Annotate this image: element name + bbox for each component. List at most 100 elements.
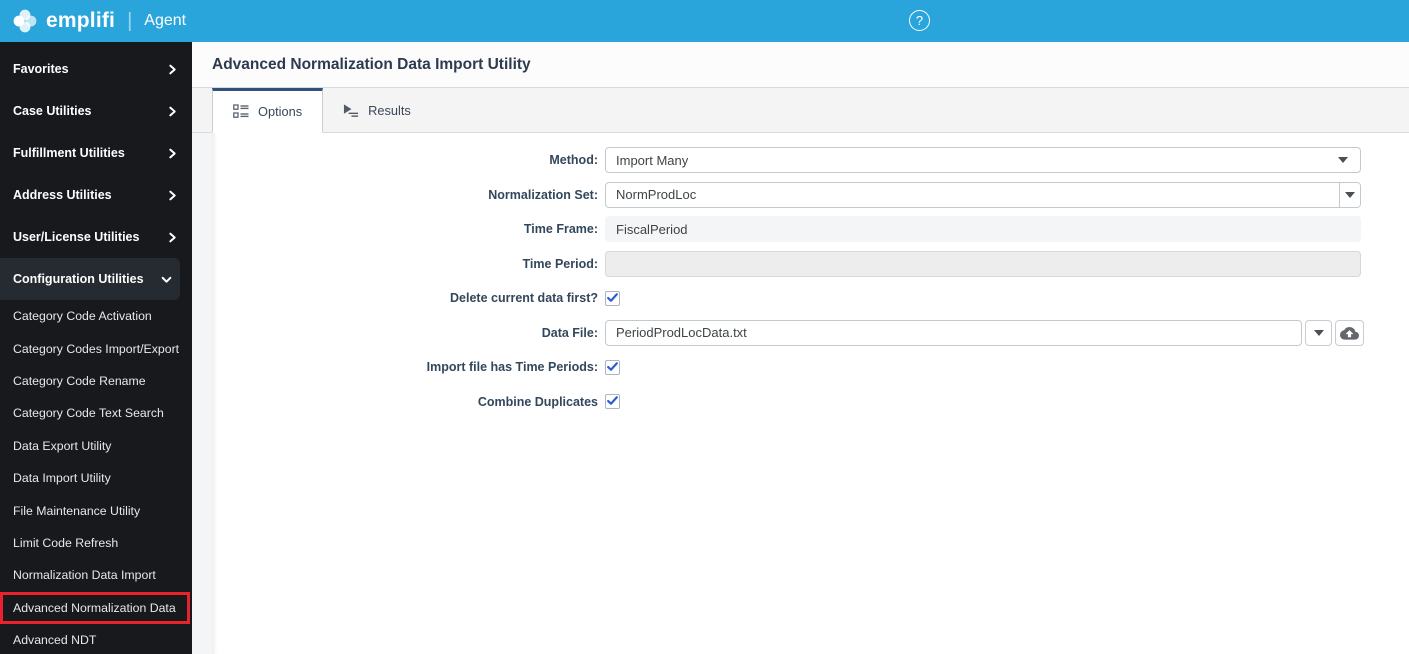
chevron-right-icon [169, 148, 176, 158]
sidebar-item-category-code-text-search[interactable]: Category Code Text Search [0, 397, 192, 429]
title-band: Advanced Normalization Data Import Utili… [192, 42, 1409, 88]
time-frame-value: FiscalPeriod [616, 221, 688, 237]
sidebar-item-user-license-utilities[interactable]: User/License Utilities [0, 216, 192, 258]
sidebar-item-limit-code-refresh[interactable]: Limit Code Refresh [0, 527, 192, 559]
cloud-upload-icon [1340, 326, 1359, 340]
sidebar: Favorites Case Utilities Fulfillment Uti… [0, 42, 192, 654]
sidebar-subitem-label: Category Code Text Search [13, 406, 164, 421]
chevron-right-icon [169, 232, 176, 242]
sidebar-item-label: Configuration Utilities [13, 272, 144, 286]
sidebar-item-label: Favorites [13, 62, 69, 76]
sidebar-item-label: Fulfillment Utilities [13, 146, 125, 160]
brand-logo: emplifi | Agent [12, 8, 186, 34]
normalization-set-label: Normalization Set: [488, 187, 598, 202]
sidebar-subitem-label: Normalization Data Import [13, 568, 156, 583]
sidebar-subitem-label: Data Export Utility [13, 438, 112, 453]
normalization-set-row: Normalization Set: NormProdLoc [212, 181, 1409, 208]
sidebar-item-label: Address Utilities [13, 188, 112, 202]
normalization-set-input[interactable]: NormProdLoc [606, 183, 1339, 207]
time-frame-label: Time Frame: [523, 222, 598, 236]
tab-options[interactable]: Options [212, 88, 324, 133]
help-glyph: ? [915, 13, 924, 28]
sidebar-item-advanced-ndt[interactable]: Advanced NDT [0, 624, 192, 654]
checkmark-icon [607, 361, 618, 371]
sidebar-item-category-code-rename[interactable]: Category Code Rename [0, 365, 192, 397]
tab-results[interactable]: Results [323, 88, 431, 132]
data-file-value: PeriodProdLocData.txt [616, 325, 747, 340]
combine-duplicates-row: Combine Duplicates [212, 389, 1409, 415]
delete-first-row: Delete current data first? [212, 285, 1409, 311]
tab-results-label: Results [368, 102, 411, 118]
method-row: Method: Import Many [212, 147, 1409, 173]
brand-separator: | [127, 9, 133, 32]
sidebar-item-fulfillment-utilities[interactable]: Fulfillment Utilities [0, 132, 192, 174]
sidebar-item-favorites[interactable]: Favorites [0, 48, 192, 90]
method-value: Import Many [616, 152, 689, 168]
chevron-right-icon [169, 64, 176, 74]
results-run-icon [344, 103, 359, 117]
delete-first-checkbox[interactable] [605, 290, 620, 306]
sidebar-subitem-label: File Maintenance Utility [13, 503, 141, 518]
import-periods-checkbox[interactable] [605, 359, 620, 375]
delete-first-label: Delete current data first? [450, 291, 598, 305]
import-periods-row: Import file has Time Periods: [212, 354, 1409, 380]
sidebar-item-advanced-normalization-data-import[interactable]: Advanced Normalization Data [0, 591, 190, 624]
time-period-row: Time Period: [212, 250, 1409, 277]
time-period-label: Time Period: [522, 256, 598, 271]
sidebar-item-file-maintenance-utility[interactable]: File Maintenance Utility [0, 494, 192, 526]
chevron-right-icon [169, 106, 176, 116]
emplifi-flower-icon [13, 9, 37, 33]
sidebar-subitem-label: Advanced NDT [13, 633, 97, 648]
sidebar-subitem-label: Advanced Normalization Data [13, 600, 176, 615]
normalization-set-dropdown-button[interactable] [1339, 182, 1360, 207]
sidebar-item-configuration-utilities[interactable]: Configuration Utilities [0, 258, 180, 300]
sidebar-item-label: User/License Utilities [13, 230, 140, 244]
options-list-icon [233, 104, 249, 118]
sidebar-subitem-label: Data Import Utility [13, 471, 111, 486]
tab-options-label: Options [258, 104, 303, 119]
chevron-down-icon [161, 276, 172, 283]
sidebar-item-normalization-data-import[interactable]: Normalization Data Import [0, 559, 192, 591]
chevron-right-icon [169, 190, 176, 200]
data-file-row: Data File: PeriodProdLocData.txt [212, 319, 1409, 346]
page-title: Advanced Normalization Data Import Utili… [212, 55, 531, 73]
dropdown-caret-icon [1345, 191, 1355, 198]
dropdown-caret-icon [1338, 157, 1348, 163]
topbar: emplifi | Agent ? [0, 0, 1409, 42]
checkmark-icon [607, 396, 618, 405]
data-file-upload-button[interactable] [1335, 319, 1364, 346]
method-select[interactable]: Import Many [605, 147, 1361, 173]
time-frame-row: Time Frame: FiscalPeriod [212, 216, 1409, 242]
sidebar-subitem-label: Category Code Activation [13, 309, 152, 324]
help-icon[interactable]: ? [909, 10, 930, 31]
product-name: Agent [144, 12, 187, 29]
dropdown-caret-icon [1313, 329, 1324, 336]
method-label: Method: [549, 153, 598, 167]
sidebar-item-address-utilities[interactable]: Address Utilities [0, 174, 192, 216]
options-form: Method: Import Many Normalization Set: N… [212, 133, 1409, 654]
data-file-dropdown-button[interactable] [1305, 319, 1332, 346]
tab-content: Method: Import Many Normalization Set: N… [192, 133, 1409, 654]
sidebar-subitem-label: Limit Code Refresh [13, 535, 119, 550]
combine-duplicates-checkbox[interactable] [605, 394, 620, 409]
normalization-set-combo: NormProdLoc [605, 181, 1361, 208]
tab-strip: Options Results [192, 88, 1409, 133]
main-area: Advanced Normalization Data Import Utili… [192, 42, 1409, 654]
sidebar-item-data-import-utility[interactable]: Data Import Utility [0, 462, 192, 494]
import-periods-label: Import file has Time Periods: [426, 360, 598, 374]
time-frame-field: FiscalPeriod [605, 216, 1361, 242]
data-file-input[interactable]: PeriodProdLocData.txt [605, 319, 1302, 346]
sidebar-subitem-label: Category Codes Import/Export [13, 341, 180, 356]
data-file-label: Data File: [541, 325, 598, 340]
time-period-field [605, 250, 1361, 277]
sidebar-item-case-utilities[interactable]: Case Utilities [0, 90, 192, 132]
sidebar-item-label: Case Utilities [13, 104, 92, 118]
brand-name: emplifi [46, 9, 116, 32]
sidebar-item-category-codes-import-export[interactable]: Category Codes Import/Export [0, 332, 192, 364]
checkmark-icon [607, 292, 618, 302]
sidebar-item-data-export-utility[interactable]: Data Export Utility [0, 430, 192, 462]
left-gutter [192, 133, 212, 654]
combine-duplicates-label: Combine Duplicates [477, 394, 598, 409]
sidebar-item-category-code-activation[interactable]: Category Code Activation [0, 300, 192, 332]
sidebar-subitem-label: Category Code Rename [13, 373, 146, 388]
